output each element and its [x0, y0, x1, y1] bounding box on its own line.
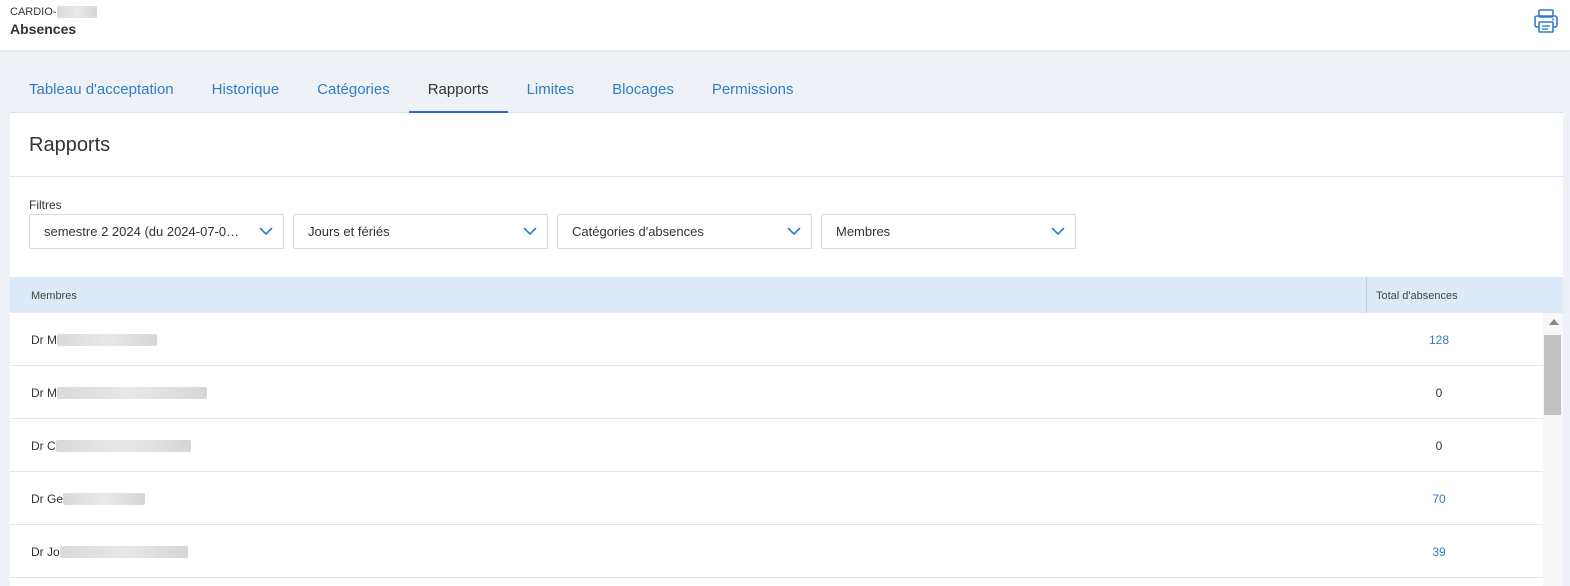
- redacted-name: [57, 334, 157, 346]
- table-row[interactable]: Dr Ge 70: [10, 472, 1543, 525]
- table-row[interactable]: Dr C 0: [10, 419, 1543, 472]
- member-name-prefix: Dr M: [31, 386, 57, 400]
- member-name-prefix: Dr Jo: [31, 545, 60, 559]
- tab-tableau-acceptation[interactable]: Tableau d'acceptation: [10, 70, 193, 114]
- app-header: CARDIO- Absences: [0, 0, 1570, 50]
- tab-blocages[interactable]: Blocages: [593, 70, 693, 114]
- redacted-name: [59, 546, 188, 558]
- categories-select[interactable]: Catégories d'absences: [557, 214, 812, 249]
- categories-select-value: Catégories d'absences: [572, 224, 704, 239]
- divider: [10, 176, 1563, 177]
- column-header-total[interactable]: Total d'absences: [1376, 290, 1458, 302]
- total-absences-value: 0: [1435, 439, 1443, 453]
- total-absences-value: 0: [1435, 386, 1443, 400]
- member-name: Dr M: [31, 333, 157, 347]
- redacted-name: [55, 440, 191, 452]
- total-absences-link[interactable]: 128: [1389, 333, 1489, 347]
- chevron-down-icon: [259, 227, 273, 236]
- chevron-down-icon: [523, 227, 537, 236]
- member-name: Dr Jo: [31, 545, 188, 559]
- scroll-up-arrow-icon[interactable]: [1549, 319, 1559, 325]
- scroll-thumb[interactable]: [1544, 335, 1561, 415]
- chevron-down-icon: [1051, 227, 1065, 236]
- days-select[interactable]: Jours et fériés: [293, 214, 548, 249]
- org-prefix: CARDIO-: [10, 6, 57, 18]
- column-header-members[interactable]: Membres: [31, 290, 77, 302]
- tab-historique[interactable]: Historique: [193, 70, 299, 114]
- tab-limites[interactable]: Limites: [508, 70, 594, 114]
- chevron-down-icon: [787, 227, 801, 236]
- days-select-value: Jours et fériés: [308, 224, 390, 239]
- members-select-value: Membres: [836, 224, 891, 239]
- tab-rapports[interactable]: Rapports: [408, 70, 508, 114]
- table-body: Dr M 128 Dr M 0 Dr C 0 Dr Ge 70 Dr Jo 39: [10, 313, 1543, 586]
- period-select-value: semestre 2 2024 (du 2024-07-0…: [44, 224, 240, 239]
- table-scrollbar[interactable]: [1543, 313, 1563, 586]
- page-title: Rapports: [29, 134, 111, 156]
- total-absences-link[interactable]: 70: [1389, 492, 1489, 506]
- tab-permissions[interactable]: Permissions: [693, 70, 813, 114]
- member-name-prefix: Dr C: [31, 439, 56, 453]
- table-header: Membres Total d'absences: [10, 277, 1563, 313]
- reports-card: Rapports Filtres semestre 2 2024 (du 202…: [10, 113, 1563, 586]
- redacted-name: [63, 493, 146, 505]
- member-name: Dr M: [31, 386, 207, 400]
- members-select[interactable]: Membres: [821, 214, 1076, 249]
- redacted-name: [57, 387, 207, 399]
- tab-bar: Tableau d'acceptation Historique Catégor…: [10, 70, 1563, 114]
- tab-categories[interactable]: Catégories: [298, 70, 409, 114]
- period-select[interactable]: semestre 2 2024 (du 2024-07-0…: [29, 214, 284, 249]
- table-row[interactable]: Dr M 0: [10, 366, 1543, 419]
- filters-label: Filtres: [29, 198, 62, 212]
- column-separator[interactable]: [1366, 277, 1367, 313]
- member-name: Dr Ge: [31, 492, 146, 506]
- table-row[interactable]: Dr M 128: [10, 313, 1543, 366]
- org-name: CARDIO-: [10, 6, 98, 18]
- total-absences-link[interactable]: 39: [1389, 545, 1489, 559]
- app-title: Absences: [10, 21, 77, 37]
- member-name-prefix: Dr M: [31, 333, 57, 347]
- redacted-org-suffix: [57, 6, 98, 18]
- table-row[interactable]: Dr Jo 39: [10, 525, 1543, 578]
- member-name-prefix: Dr Ge: [31, 492, 64, 506]
- printer-icon[interactable]: [1533, 8, 1559, 34]
- member-name: Dr C: [31, 439, 191, 453]
